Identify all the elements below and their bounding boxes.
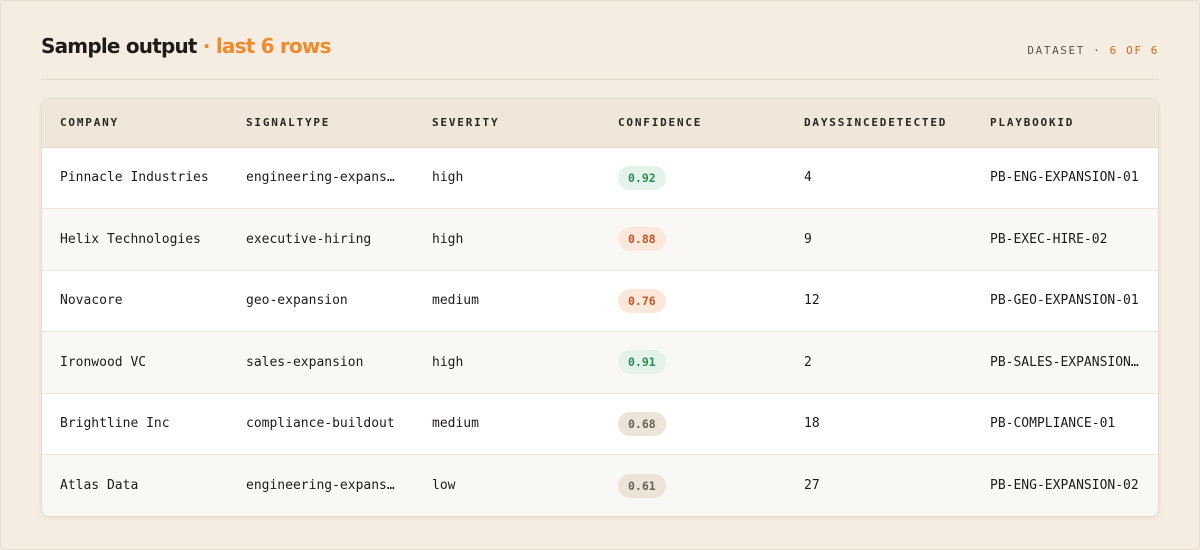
column-header-company[interactable]: COMPANY — [42, 99, 228, 148]
title-main: Sample output — [41, 34, 198, 58]
column-header-signaltype[interactable]: SIGNALTYPE — [228, 99, 414, 148]
dataset-count: 6 OF 6 — [1109, 44, 1159, 57]
table-row[interactable]: Ironwood VC sales-expansion high 0.91 2 PB-SA… — [42, 331, 1158, 393]
confidence-badge: 0.61 — [618, 473, 666, 498]
column-header-playbookid[interactable]: PLAYBOOKID — [972, 99, 1158, 148]
company-cell: Novacore — [42, 269, 228, 332]
signal-type-cell: executive-hiring — [228, 208, 414, 270]
table-row[interactable]: Atlas Data engineering-expansion low 0.61 27… — [42, 454, 1158, 516]
dataset-label: DATASET · — [1027, 44, 1102, 57]
playbook-id-cell: PB-ENG-EXPANSION-02 — [972, 454, 1158, 516]
severity-cell: medium — [414, 269, 600, 332]
severity-cell: low — [414, 454, 600, 516]
confidence-cell: 0.91 — [600, 331, 786, 393]
severity-cell: high — [414, 208, 600, 270]
signal-type-cell: compliance-buildout — [228, 392, 414, 455]
data-table: COMPANY SIGNALTYPE SEVERITY CONFIDENCE D… — [42, 99, 1158, 516]
severity-cell: high — [432, 170, 464, 186]
dataset-meta: DATASET · 6 OF 6 — [1027, 44, 1159, 57]
company-cell: Brightline Inc — [42, 392, 228, 455]
playbook-id-cell: PB-EXEC-HIRE-02 — [972, 208, 1158, 270]
signal-type-cell: geo-expansion — [228, 269, 414, 332]
days-since-detected-cell: 27 — [786, 454, 972, 516]
column-header-dayssincedetected[interactable]: DAYSSINCEDETECTED — [786, 99, 972, 148]
table-row[interactable]: Pinnacle Industries engineering-expansion… — [42, 147, 1158, 209]
confidence-badge: 0.88 — [618, 227, 666, 252]
confidence-cell: 0.68 — [600, 392, 786, 455]
confidence-cell: 0.92 — [600, 147, 786, 209]
confidence-badge: 0.91 — [618, 350, 666, 375]
signal-type-cell: engineering-expansion — [228, 454, 414, 516]
column-header-severity[interactable]: SEVERITY — [414, 99, 600, 148]
confidence-badge: 0.76 — [618, 288, 666, 313]
data-table-card: COMPANY SIGNALTYPE SEVERITY CONFIDENCE D… — [41, 98, 1159, 517]
page-title: Sample output · last 6 rows — [41, 34, 331, 58]
table-row[interactable]: Novacore geo-expansion medium 0.76 12 PB-GEO-… — [42, 269, 1158, 332]
table-header-row: COMPANY SIGNALTYPE SEVERITY CONFIDENCE D… — [42, 99, 1158, 148]
signal-type-cell: sales-expansion — [228, 331, 414, 393]
confidence-cell: 0.76 — [600, 269, 786, 332]
confidence-cell: 0.88 — [600, 208, 786, 270]
playbook-id-cell: PB-ENG-EXPANSION-01 — [990, 170, 1139, 186]
signal-type-cell: engineering-expansion — [246, 170, 411, 186]
title-subtitle: · last 6 rows — [202, 34, 332, 58]
severity-cell: medium — [414, 392, 600, 455]
company-cell: Pinnacle Industries — [60, 170, 209, 186]
days-since-detected-cell: 4 — [804, 170, 812, 186]
confidence-badge: 0.92 — [618, 165, 666, 190]
company-cell: Helix Technologies — [42, 208, 228, 270]
days-since-detected-cell: 18 — [786, 392, 972, 455]
days-since-detected-cell: 2 — [786, 331, 972, 393]
company-cell: Ironwood VC — [42, 331, 228, 393]
days-since-detected-cell: 9 — [786, 208, 972, 270]
playbook-id-cell: PB-SALES-EXPANSION-01 — [972, 331, 1158, 393]
table-row[interactable]: Helix Technologies executive-hiring high 0.… — [42, 208, 1158, 270]
confidence-cell: 0.61 — [600, 454, 786, 516]
panel-header: Sample output · last 6 rows DATASET · 6 … — [41, 32, 1159, 80]
days-since-detected-cell: 12 — [786, 269, 972, 332]
severity-cell: high — [414, 331, 600, 393]
playbook-id-cell: PB-COMPLIANCE-01 — [972, 392, 1158, 455]
confidence-badge: 0.68 — [618, 411, 666, 436]
table-row[interactable]: Brightline Inc compliance-buildout medium 0… — [42, 392, 1158, 455]
column-header-confidence[interactable]: CONFIDENCE — [600, 99, 786, 148]
playbook-id-cell: PB-GEO-EXPANSION-01 — [972, 269, 1158, 332]
company-cell: Atlas Data — [42, 454, 228, 516]
